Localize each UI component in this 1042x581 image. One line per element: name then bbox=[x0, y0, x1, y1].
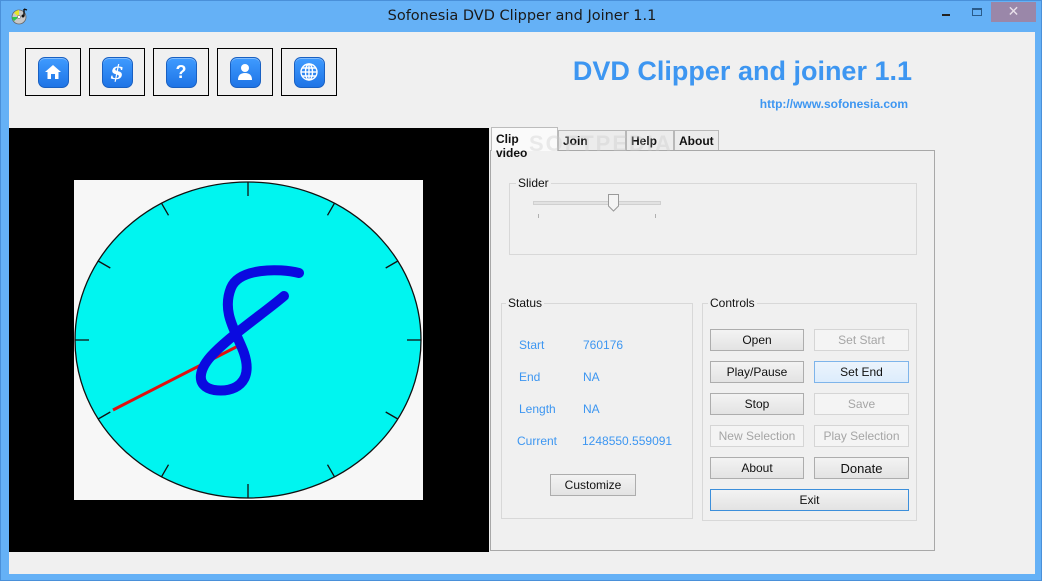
website-button[interactable] bbox=[281, 48, 337, 96]
app-window: Sofonesia DVD Clipper and Joiner 1.1 ✕ $… bbox=[0, 0, 1042, 581]
status-group-label: Status bbox=[506, 296, 545, 310]
open-button[interactable]: Open bbox=[710, 329, 804, 351]
user-icon bbox=[229, 56, 261, 88]
save-button[interactable]: Save bbox=[814, 393, 909, 415]
minimize-button[interactable] bbox=[933, 2, 959, 22]
length-value: NA bbox=[583, 402, 600, 416]
tab-join-video[interactable]: Join video bbox=[558, 130, 626, 162]
maximize-button[interactable] bbox=[964, 2, 990, 22]
current-value: 1248550.559091 bbox=[582, 434, 673, 448]
play-pause-button[interactable]: Play/Pause bbox=[710, 361, 804, 383]
home-icon bbox=[37, 56, 69, 88]
exit-button[interactable]: Exit bbox=[710, 489, 909, 511]
client-area: $ ? DVD Clipper and joiner 1.1 http://ww bbox=[9, 32, 1035, 574]
globe-icon bbox=[293, 56, 325, 88]
clip-video-panel: Slider Status Start 760176 End NA Length… bbox=[490, 150, 935, 551]
end-value: NA bbox=[583, 370, 600, 384]
customize-button[interactable]: Customize bbox=[550, 474, 636, 496]
home-button[interactable] bbox=[25, 48, 81, 96]
start-label: Start bbox=[519, 338, 545, 352]
controls-group: Controls Open Set Start Play/Pause Set E… bbox=[702, 296, 917, 521]
slider-thumb[interactable] bbox=[607, 194, 619, 212]
website-link[interactable]: http://www.sofonesia.com bbox=[649, 97, 908, 111]
new-selection-button[interactable]: New Selection bbox=[710, 425, 804, 447]
slider-tick-min bbox=[538, 214, 539, 218]
slider-track[interactable] bbox=[533, 201, 661, 205]
minimize-icon bbox=[942, 14, 950, 16]
question-icon: ? bbox=[165, 56, 197, 88]
set-end-button[interactable]: Set End bbox=[814, 361, 909, 383]
start-value: 760176 bbox=[583, 338, 624, 352]
slider-group-label: Slider bbox=[516, 176, 551, 190]
brand-title: DVD Clipper and joiner 1.1 bbox=[572, 56, 912, 86]
tab-clip-video[interactable]: Clip video bbox=[491, 127, 558, 160]
video-preview[interactable] bbox=[9, 128, 489, 552]
help-button[interactable]: ? bbox=[153, 48, 209, 96]
video-frame bbox=[74, 180, 423, 500]
user-button[interactable] bbox=[217, 48, 273, 96]
status-group: Status Start 760176 End NA Length NA Cur… bbox=[501, 296, 693, 519]
slider-tick-max bbox=[655, 214, 656, 218]
play-selection-button[interactable]: Play Selection bbox=[814, 425, 909, 447]
donate-button[interactable]: $ bbox=[89, 48, 145, 96]
maximize-icon bbox=[972, 8, 982, 16]
close-icon: ✕ bbox=[1007, 4, 1020, 20]
current-label: Current bbox=[517, 434, 558, 448]
tab-help[interactable]: Help bbox=[626, 130, 674, 151]
stop-button[interactable]: Stop bbox=[710, 393, 804, 415]
window-title: Sofonesia DVD Clipper and Joiner 1.1 bbox=[387, 8, 657, 24]
slider-group: Slider bbox=[509, 176, 917, 255]
controls-group-label: Controls bbox=[708, 296, 757, 310]
donate-control-button[interactable]: Donate bbox=[814, 457, 909, 479]
end-label: End bbox=[519, 370, 541, 384]
about-button[interactable]: About bbox=[710, 457, 804, 479]
dollar-icon: $ bbox=[101, 56, 133, 88]
length-label: Length bbox=[519, 402, 556, 416]
tab-about[interactable]: About bbox=[674, 130, 719, 151]
title-bar[interactable]: Sofonesia DVD Clipper and Joiner 1.1 ✕ bbox=[1, 1, 1042, 32]
close-button[interactable]: ✕ bbox=[991, 2, 1036, 22]
clock-face bbox=[74, 181, 422, 499]
set-start-button[interactable]: Set Start bbox=[814, 329, 909, 351]
